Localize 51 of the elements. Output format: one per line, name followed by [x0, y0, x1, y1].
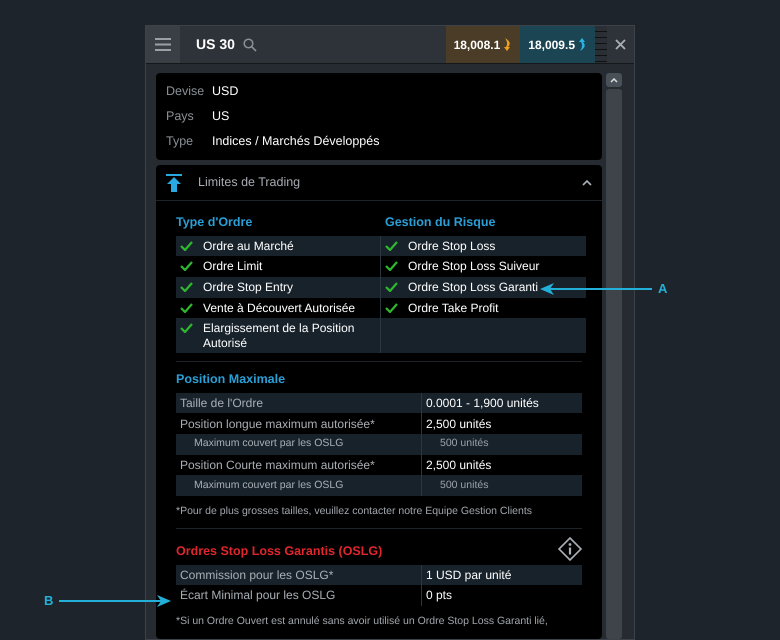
close-icon — [615, 39, 626, 50]
section-heading: Position Maximale — [176, 371, 286, 388]
row-value: 500 unités — [439, 478, 488, 493]
footnote: *Si un Ordre Ouvert est annulé sans avoir utilisé un Ordre Stop Loss Garanti lié, — [176, 614, 549, 629]
info-icon[interactable] — [558, 536, 582, 561]
feature-label: Vente à Découvert Autorisée — [203, 300, 356, 316]
feature-label: Ordre Stop Loss Suiveur — [408, 259, 540, 274]
footnote: *Pour de plus grosses tailles, veuillez contacter notre Equipe Gestion Clients — [176, 504, 534, 519]
column-heading: Gestion du Risque — [384, 214, 496, 231]
buy-price-button[interactable]: 18,009.5 — [520, 26, 595, 63]
upload-arrow-icon — [166, 174, 182, 192]
feature-label: Ordre Take Profit — [408, 300, 498, 316]
row-label: Maximum couvert par les OSLG — [176, 475, 422, 496]
row-value: 2,500 unités — [425, 456, 492, 474]
row-value: 500 unités — [439, 436, 488, 452]
feature-label: Elargissement de la Position Autorisé — [203, 321, 356, 350]
search-icon[interactable] — [242, 38, 257, 52]
feature-label: Ordre Stop Entry — [203, 280, 294, 294]
section-heading: Ordres Stop Loss Garantis (OSLG) — [176, 542, 382, 560]
callout-label: B — [44, 592, 54, 610]
callout-label: A — [658, 280, 668, 298]
instrument-title: US 30 — [196, 35, 235, 54]
scroll-up-button[interactable] — [606, 73, 622, 87]
menu-icon — [155, 38, 171, 51]
feature-label: Ordre Limit — [203, 259, 262, 274]
row-label: Écart Minimal pour les OSLG — [176, 585, 422, 606]
feature-label: Ordre Stop Loss Garanti — [408, 280, 538, 294]
feature-label: Ordre au Marché — [203, 238, 294, 254]
field-value: USD — [212, 83, 238, 100]
row-value: 0.0001 - 1,900 unités — [425, 395, 539, 412]
up-arrow-icon — [579, 38, 587, 51]
feature-label: Ordre Stop Loss — [408, 238, 496, 254]
down-arrow-icon — [504, 38, 512, 51]
chevron-icon — [610, 78, 618, 82]
menu-button[interactable] — [146, 26, 180, 63]
field-value: US — [212, 108, 230, 126]
row-label: Taille de l'Ordre — [176, 392, 422, 414]
sell-price-button[interactable]: 18,008.1 — [446, 26, 520, 63]
row-label: Commission pour les OSLG* — [176, 564, 422, 586]
field-value: Indices / Marchés Développés — [212, 133, 380, 150]
row-label: Maximum couvert par les OSLG — [176, 434, 422, 455]
field-label: Type — [166, 133, 194, 150]
chevron-icon[interactable] — [582, 180, 592, 186]
section-title: Limites de Trading — [198, 174, 302, 192]
section-header[interactable]: Limites de Trading — [156, 165, 602, 201]
row-value: 1 USD par unité — [425, 566, 512, 584]
column-heading: Type d'Ordre — [176, 214, 254, 231]
row-value: 0 pts — [425, 587, 452, 604]
row-value: 2,500 unités — [425, 416, 492, 433]
field-label: Pays — [166, 108, 195, 126]
field-label: Devise — [166, 83, 206, 100]
